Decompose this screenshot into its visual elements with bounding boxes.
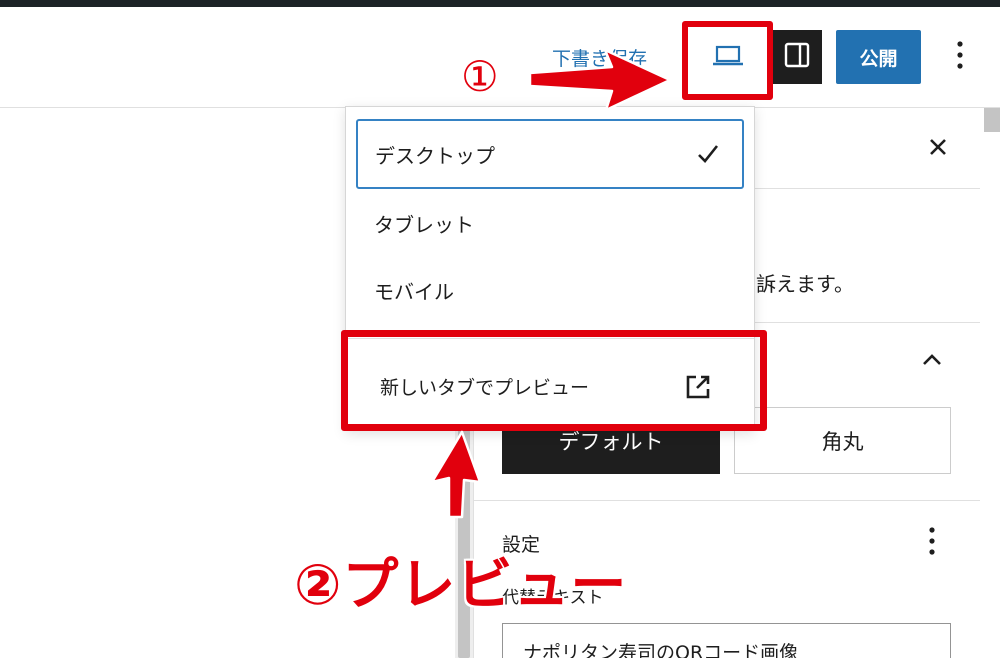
menu-item-mobile[interactable]: モバイル: [346, 259, 754, 321]
more-vertical-icon: [928, 526, 936, 560]
settings-options-button[interactable]: [915, 524, 949, 562]
settings-sidebar-toggle[interactable]: [772, 30, 822, 84]
sidebar-toggle-icon: [783, 41, 811, 73]
more-vertical-icon: [956, 40, 964, 74]
highlight-new-tab-item: [341, 330, 767, 431]
menu-item-label: モバイル: [374, 279, 454, 304]
publish-button[interactable]: 公開: [836, 30, 921, 84]
styles-collapse-button[interactable]: [915, 343, 949, 377]
step-one-label: ①: [461, 52, 499, 101]
menu-item-tablet[interactable]: タブレット: [346, 192, 754, 254]
step-two-label: ②プレビュー: [294, 553, 628, 618]
highlight-preview-button: [682, 21, 773, 100]
menu-item-desktop[interactable]: デスクトップ: [356, 119, 744, 189]
close-panel-button[interactable]: [922, 131, 954, 167]
menu-item-label: タブレット: [374, 212, 474, 237]
close-icon: [928, 137, 948, 161]
chevron-up-icon: [921, 351, 943, 370]
top-frame-bar: [0, 0, 1000, 7]
save-draft-button[interactable]: 下書き保存: [552, 44, 647, 71]
alt-text-input[interactable]: ナポリタン寿司のQRコード画像: [502, 623, 951, 658]
menu-item-label: デスクトップ: [375, 143, 495, 168]
check-icon: [696, 143, 720, 170]
options-menu-button[interactable]: [940, 30, 980, 84]
panel-divider: [474, 500, 980, 501]
panel-scrollbar-thumb[interactable]: [984, 108, 1000, 132]
editor-header: 下書き保存 公開: [0, 7, 1000, 108]
